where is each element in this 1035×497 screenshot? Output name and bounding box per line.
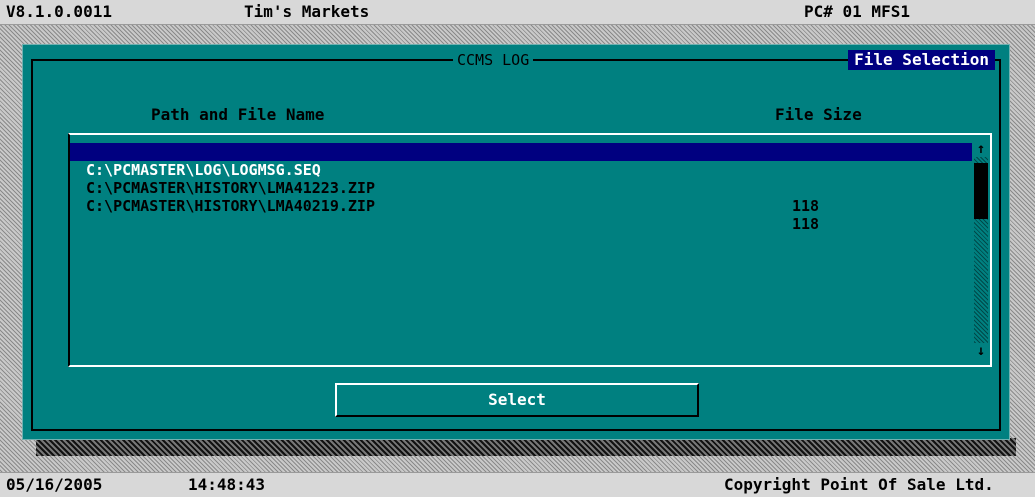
vertical-scrollbar[interactable]: ↑ ↓ — [974, 141, 988, 359]
ccms-log-dialog: CCMS LOG File Selection Path and File Na… — [22, 44, 1010, 440]
file-selection-label: File Selection — [848, 50, 995, 70]
date-display: 05/16/2005 — [6, 475, 103, 494]
top-status-bar: V8.1.0.0011 Tim's Markets PC# 01 MFS1 — [0, 0, 1035, 25]
time-display: 14:48:43 — [188, 475, 266, 494]
file-row[interactable]: C:\PCMASTER\HISTORY\LMA41223.ZIP 118 — [70, 161, 972, 215]
bottom-status-bar: 05/16/2005 14:48:43 Copyright Point Of S… — [0, 472, 1035, 497]
file-row[interactable]: C:\PCMASTER\HISTORY\LMA40219.ZIP 118 — [70, 179, 972, 233]
file-path: C:\PCMASTER\HISTORY\LMA40219.ZIP — [86, 197, 375, 215]
scroll-down-arrow-icon[interactable]: ↓ — [974, 343, 988, 359]
copyright-text: Copyright Point Of Sale Ltd. — [724, 475, 994, 494]
file-list[interactable]: C:\PCMASTER\LOG\LOGMSG.SEQ C:\PCMASTER\H… — [68, 133, 992, 367]
select-button[interactable]: Select — [335, 383, 699, 417]
dialog-shadow — [36, 438, 1016, 456]
version-label: V8.1.0.0011 — [6, 2, 112, 21]
station-id: PC# 01 MFS1 — [804, 2, 910, 21]
file-row-selected[interactable]: C:\PCMASTER\LOG\LOGMSG.SEQ — [70, 143, 972, 179]
dialog-frame: CCMS LOG File Selection Path and File Na… — [31, 50, 1001, 431]
file-size: 118 — [792, 197, 820, 215]
scroll-up-arrow-icon[interactable]: ↑ — [974, 141, 988, 157]
scroll-thumb[interactable] — [974, 163, 988, 219]
dialog-title: CCMS LOG — [453, 50, 534, 70]
store-name: Tim's Markets — [244, 2, 370, 21]
column-header-size: File Size — [775, 105, 862, 124]
column-header-path: Path and File Name — [151, 105, 325, 124]
file-size: 118 — [792, 215, 820, 233]
file-list-rows: C:\PCMASTER\LOG\LOGMSG.SEQ C:\PCMASTER\H… — [70, 143, 972, 233]
